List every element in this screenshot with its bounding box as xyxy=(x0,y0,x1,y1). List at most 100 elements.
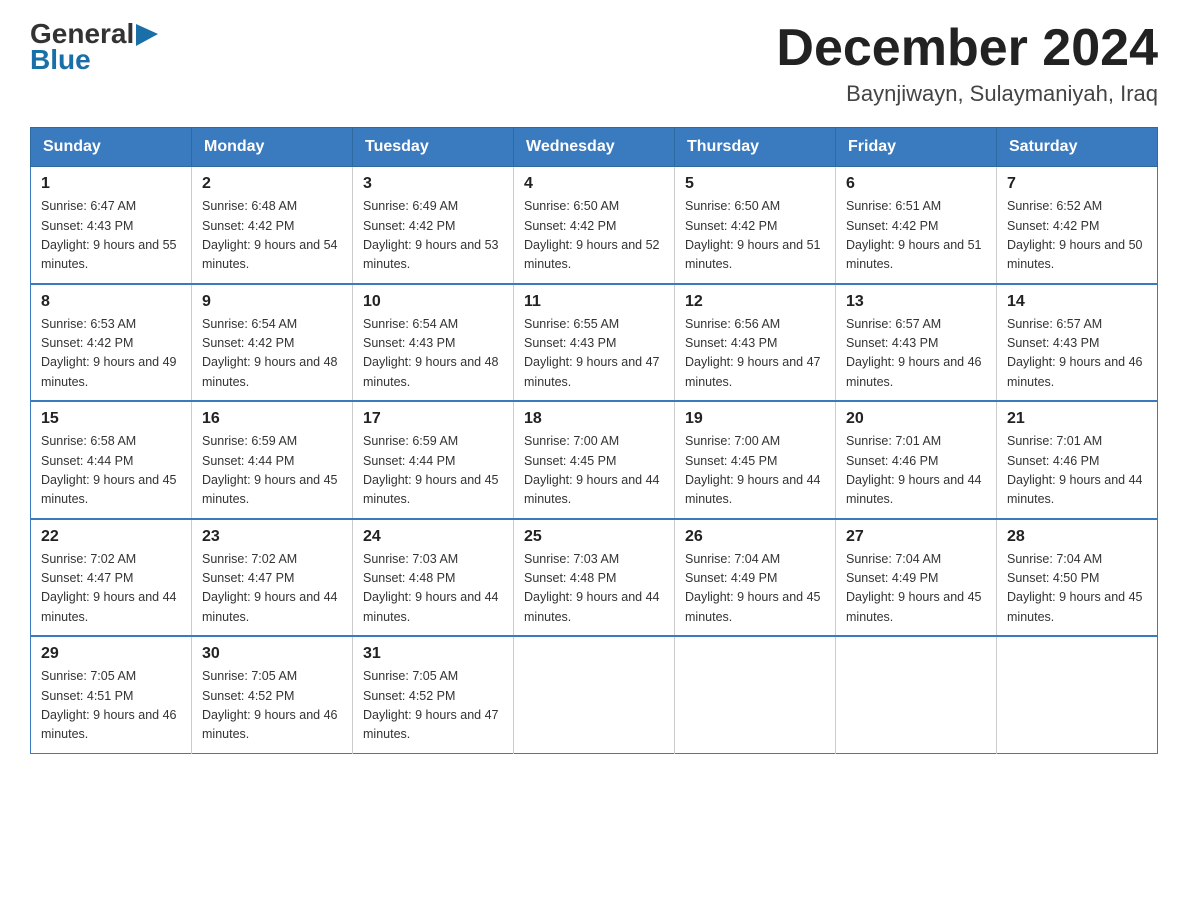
week-row-2: 8 Sunrise: 6:53 AM Sunset: 4:42 PM Dayli… xyxy=(31,284,1158,402)
day-info: Sunrise: 7:01 AM Sunset: 4:46 PM Dayligh… xyxy=(846,432,986,510)
day-number: 9 xyxy=(202,293,342,311)
month-title: December 2024 xyxy=(776,20,1158,77)
day-info: Sunrise: 7:00 AM Sunset: 4:45 PM Dayligh… xyxy=(685,432,825,510)
title-section: December 2024 Baynjiwayn, Sulaymaniyah, … xyxy=(776,20,1158,107)
day-info: Sunrise: 7:03 AM Sunset: 4:48 PM Dayligh… xyxy=(363,550,503,628)
calendar-cell: 27 Sunrise: 7:04 AM Sunset: 4:49 PM Dayl… xyxy=(836,519,997,637)
day-info: Sunrise: 7:03 AM Sunset: 4:48 PM Dayligh… xyxy=(524,550,664,628)
day-header-wednesday: Wednesday xyxy=(514,128,675,167)
calendar-cell: 23 Sunrise: 7:02 AM Sunset: 4:47 PM Dayl… xyxy=(192,519,353,637)
calendar-cell: 4 Sunrise: 6:50 AM Sunset: 4:42 PM Dayli… xyxy=(514,167,675,284)
day-info: Sunrise: 6:59 AM Sunset: 4:44 PM Dayligh… xyxy=(363,432,503,510)
calendar-cell: 20 Sunrise: 7:01 AM Sunset: 4:46 PM Dayl… xyxy=(836,401,997,519)
calendar-cell: 13 Sunrise: 6:57 AM Sunset: 4:43 PM Dayl… xyxy=(836,284,997,402)
day-number: 26 xyxy=(685,528,825,546)
calendar-cell: 17 Sunrise: 6:59 AM Sunset: 4:44 PM Dayl… xyxy=(353,401,514,519)
calendar-cell: 18 Sunrise: 7:00 AM Sunset: 4:45 PM Dayl… xyxy=(514,401,675,519)
day-info: Sunrise: 6:55 AM Sunset: 4:43 PM Dayligh… xyxy=(524,315,664,393)
day-info: Sunrise: 6:51 AM Sunset: 4:42 PM Dayligh… xyxy=(846,197,986,275)
day-number: 22 xyxy=(41,528,181,546)
day-number: 30 xyxy=(202,645,342,663)
calendar-cell: 8 Sunrise: 6:53 AM Sunset: 4:42 PM Dayli… xyxy=(31,284,192,402)
calendar-cell: 7 Sunrise: 6:52 AM Sunset: 4:42 PM Dayli… xyxy=(997,167,1158,284)
logo-triangle-icon xyxy=(136,24,158,46)
day-number: 28 xyxy=(1007,528,1147,546)
page-header: General Blue December 2024 Baynjiwayn, S… xyxy=(30,20,1158,107)
calendar-table: SundayMondayTuesdayWednesdayThursdayFrid… xyxy=(30,127,1158,754)
day-info: Sunrise: 7:02 AM Sunset: 4:47 PM Dayligh… xyxy=(41,550,181,628)
day-info: Sunrise: 6:59 AM Sunset: 4:44 PM Dayligh… xyxy=(202,432,342,510)
week-row-3: 15 Sunrise: 6:58 AM Sunset: 4:44 PM Dayl… xyxy=(31,401,1158,519)
day-number: 16 xyxy=(202,410,342,428)
day-number: 2 xyxy=(202,175,342,193)
calendar-cell: 11 Sunrise: 6:55 AM Sunset: 4:43 PM Dayl… xyxy=(514,284,675,402)
calendar-cell: 1 Sunrise: 6:47 AM Sunset: 4:43 PM Dayli… xyxy=(31,167,192,284)
calendar-cell: 2 Sunrise: 6:48 AM Sunset: 4:42 PM Dayli… xyxy=(192,167,353,284)
calendar-cell xyxy=(675,636,836,753)
day-number: 19 xyxy=(685,410,825,428)
calendar-cell: 24 Sunrise: 7:03 AM Sunset: 4:48 PM Dayl… xyxy=(353,519,514,637)
calendar-cell xyxy=(514,636,675,753)
day-number: 27 xyxy=(846,528,986,546)
calendar-cell xyxy=(997,636,1158,753)
calendar-body: 1 Sunrise: 6:47 AM Sunset: 4:43 PM Dayli… xyxy=(31,167,1158,754)
calendar-cell: 6 Sunrise: 6:51 AM Sunset: 4:42 PM Dayli… xyxy=(836,167,997,284)
day-number: 31 xyxy=(363,645,503,663)
day-info: Sunrise: 6:48 AM Sunset: 4:42 PM Dayligh… xyxy=(202,197,342,275)
calendar-cell: 10 Sunrise: 6:54 AM Sunset: 4:43 PM Dayl… xyxy=(353,284,514,402)
day-info: Sunrise: 7:04 AM Sunset: 4:49 PM Dayligh… xyxy=(846,550,986,628)
day-header-monday: Monday xyxy=(192,128,353,167)
calendar-cell xyxy=(836,636,997,753)
day-number: 25 xyxy=(524,528,664,546)
day-info: Sunrise: 6:50 AM Sunset: 4:42 PM Dayligh… xyxy=(524,197,664,275)
day-number: 7 xyxy=(1007,175,1147,193)
day-header-tuesday: Tuesday xyxy=(353,128,514,167)
day-header-thursday: Thursday xyxy=(675,128,836,167)
calendar-cell: 15 Sunrise: 6:58 AM Sunset: 4:44 PM Dayl… xyxy=(31,401,192,519)
calendar-cell: 21 Sunrise: 7:01 AM Sunset: 4:46 PM Dayl… xyxy=(997,401,1158,519)
day-number: 3 xyxy=(363,175,503,193)
calendar-cell: 28 Sunrise: 7:04 AM Sunset: 4:50 PM Dayl… xyxy=(997,519,1158,637)
day-info: Sunrise: 6:58 AM Sunset: 4:44 PM Dayligh… xyxy=(41,432,181,510)
day-header-sunday: Sunday xyxy=(31,128,192,167)
day-info: Sunrise: 6:54 AM Sunset: 4:43 PM Dayligh… xyxy=(363,315,503,393)
day-info: Sunrise: 7:04 AM Sunset: 4:50 PM Dayligh… xyxy=(1007,550,1147,628)
day-info: Sunrise: 6:47 AM Sunset: 4:43 PM Dayligh… xyxy=(41,197,181,275)
day-info: Sunrise: 7:00 AM Sunset: 4:45 PM Dayligh… xyxy=(524,432,664,510)
calendar-cell: 16 Sunrise: 6:59 AM Sunset: 4:44 PM Dayl… xyxy=(192,401,353,519)
day-number: 12 xyxy=(685,293,825,311)
day-number: 24 xyxy=(363,528,503,546)
day-header-saturday: Saturday xyxy=(997,128,1158,167)
week-row-5: 29 Sunrise: 7:05 AM Sunset: 4:51 PM Dayl… xyxy=(31,636,1158,753)
day-info: Sunrise: 6:57 AM Sunset: 4:43 PM Dayligh… xyxy=(1007,315,1147,393)
day-info: Sunrise: 7:01 AM Sunset: 4:46 PM Dayligh… xyxy=(1007,432,1147,510)
calendar-cell: 30 Sunrise: 7:05 AM Sunset: 4:52 PM Dayl… xyxy=(192,636,353,753)
week-row-4: 22 Sunrise: 7:02 AM Sunset: 4:47 PM Dayl… xyxy=(31,519,1158,637)
logo: General Blue xyxy=(30,20,158,76)
day-header-friday: Friday xyxy=(836,128,997,167)
day-number: 4 xyxy=(524,175,664,193)
day-number: 6 xyxy=(846,175,986,193)
day-number: 17 xyxy=(363,410,503,428)
location-subtitle: Baynjiwayn, Sulaymaniyah, Iraq xyxy=(776,81,1158,107)
logo-blue: Blue xyxy=(30,44,91,76)
calendar-cell: 25 Sunrise: 7:03 AM Sunset: 4:48 PM Dayl… xyxy=(514,519,675,637)
day-number: 5 xyxy=(685,175,825,193)
week-row-1: 1 Sunrise: 6:47 AM Sunset: 4:43 PM Dayli… xyxy=(31,167,1158,284)
calendar-cell: 26 Sunrise: 7:04 AM Sunset: 4:49 PM Dayl… xyxy=(675,519,836,637)
day-info: Sunrise: 7:02 AM Sunset: 4:47 PM Dayligh… xyxy=(202,550,342,628)
day-info: Sunrise: 7:05 AM Sunset: 4:51 PM Dayligh… xyxy=(41,667,181,745)
day-number: 23 xyxy=(202,528,342,546)
day-info: Sunrise: 6:52 AM Sunset: 4:42 PM Dayligh… xyxy=(1007,197,1147,275)
calendar-cell: 12 Sunrise: 6:56 AM Sunset: 4:43 PM Dayl… xyxy=(675,284,836,402)
day-number: 11 xyxy=(524,293,664,311)
day-number: 20 xyxy=(846,410,986,428)
day-number: 18 xyxy=(524,410,664,428)
calendar-cell: 19 Sunrise: 7:00 AM Sunset: 4:45 PM Dayl… xyxy=(675,401,836,519)
day-info: Sunrise: 7:05 AM Sunset: 4:52 PM Dayligh… xyxy=(202,667,342,745)
day-info: Sunrise: 6:49 AM Sunset: 4:42 PM Dayligh… xyxy=(363,197,503,275)
calendar-cell: 3 Sunrise: 6:49 AM Sunset: 4:42 PM Dayli… xyxy=(353,167,514,284)
day-number: 29 xyxy=(41,645,181,663)
calendar-cell: 5 Sunrise: 6:50 AM Sunset: 4:42 PM Dayli… xyxy=(675,167,836,284)
day-number: 15 xyxy=(41,410,181,428)
